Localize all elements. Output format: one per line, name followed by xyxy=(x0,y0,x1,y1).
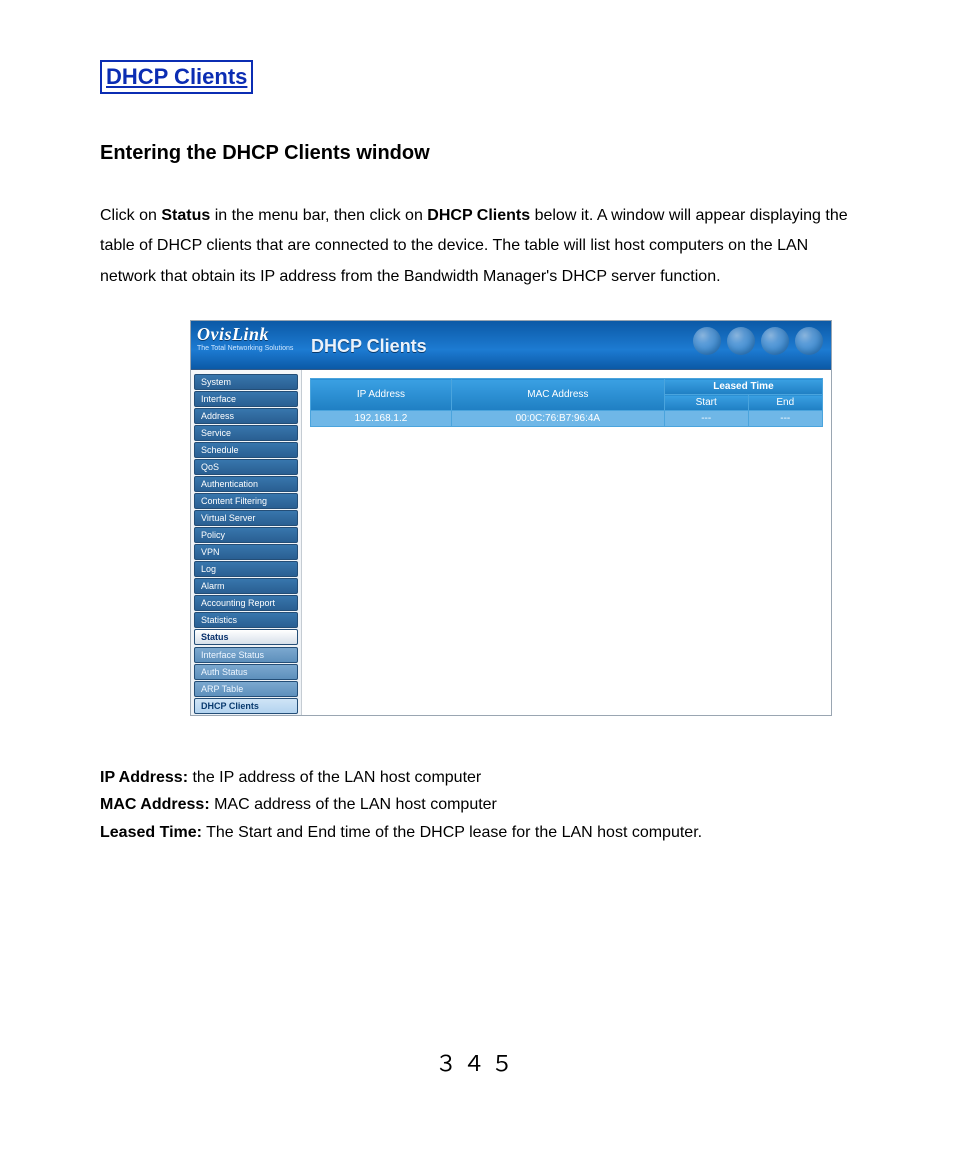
screenshot-content: IP Address MAC Address Leased Time Start… xyxy=(302,370,831,715)
cell-mac: 00:0C:76:B7:96:4A xyxy=(451,411,664,427)
banner-decoration xyxy=(693,327,823,355)
screenshot-body: SystemInterfaceAddressServiceScheduleQoS… xyxy=(191,369,831,715)
col-header-ip: IP Address xyxy=(311,379,452,411)
globe-icon xyxy=(795,327,823,355)
definition-label: Leased Time: xyxy=(100,824,202,841)
sidebar-item-log[interactable]: Log xyxy=(194,561,298,577)
definition-label: IP Address: xyxy=(100,769,188,786)
page-number: ３４５ xyxy=(100,1046,854,1078)
sidebar-item-authentication[interactable]: Authentication xyxy=(194,476,298,492)
embedded-screenshot: OvisLink The Total Networking Solutions … xyxy=(190,320,832,716)
globe-icon xyxy=(761,327,789,355)
body-text-fragment: in the menu bar, then click on xyxy=(210,207,427,224)
cell-end: --- xyxy=(748,411,822,427)
sidebar-item-alarm[interactable]: Alarm xyxy=(194,578,298,594)
col-header-mac: MAC Address xyxy=(451,379,664,411)
sidebar-item-service[interactable]: Service xyxy=(194,425,298,441)
cell-ip: 192.168.1.2 xyxy=(311,411,452,427)
body-text-strong: Status xyxy=(161,207,210,224)
col-header-leased: Leased Time xyxy=(664,379,822,395)
definition-label: MAC Address: xyxy=(100,796,210,813)
screenshot-page-title: DHCP Clients xyxy=(311,336,427,357)
definition-row: IP Address: the IP address of the LAN ho… xyxy=(100,764,854,791)
section-title: DHCP Clients xyxy=(100,60,253,94)
sidebar-item-system[interactable]: System xyxy=(194,374,298,390)
sidebar-subitem-interface-status[interactable]: Interface Status xyxy=(194,647,298,663)
sidebar-item-vpn[interactable]: VPN xyxy=(194,544,298,560)
body-text-fragment: Click on xyxy=(100,207,161,224)
brand-logo: OvisLink xyxy=(197,324,269,345)
sidebar-item-statistics[interactable]: Statistics xyxy=(194,612,298,628)
body-text-strong: DHCP Clients xyxy=(427,207,530,224)
definitions-list: IP Address: the IP address of the LAN ho… xyxy=(100,764,854,846)
document-page: DHCP Clients Entering the DHCP Clients w… xyxy=(0,0,954,1118)
sidebar-item-interface[interactable]: Interface xyxy=(194,391,298,407)
sidebar-item-schedule[interactable]: Schedule xyxy=(194,442,298,458)
col-header-end: End xyxy=(748,395,822,411)
definition-text: the IP address of the LAN host computer xyxy=(188,769,481,786)
body-paragraph: Click on Status in the menu bar, then cl… xyxy=(100,201,854,292)
sidebar-nav: SystemInterfaceAddressServiceScheduleQoS… xyxy=(191,370,302,715)
section-subtitle: Entering the DHCP Clients window xyxy=(100,142,854,165)
sidebar-item-qos[interactable]: QoS xyxy=(194,459,298,475)
sidebar-item-status[interactable]: Status xyxy=(194,629,298,645)
globe-icon xyxy=(727,327,755,355)
col-header-start: Start xyxy=(664,395,748,411)
sidebar-subitem-arp-table[interactable]: ARP Table xyxy=(194,681,298,697)
globe-icon xyxy=(693,327,721,355)
sidebar-item-accounting-report[interactable]: Accounting Report xyxy=(194,595,298,611)
definition-row: MAC Address: MAC address of the LAN host… xyxy=(100,791,854,818)
screenshot-banner: OvisLink The Total Networking Solutions … xyxy=(191,321,831,369)
sidebar-subitem-auth-status[interactable]: Auth Status xyxy=(194,664,298,680)
brand-tagline: The Total Networking Solutions xyxy=(197,345,293,352)
definition-row: Leased Time: The Start and End time of t… xyxy=(100,819,854,846)
sidebar-subitem-dhcp-clients[interactable]: DHCP Clients xyxy=(194,698,298,714)
sidebar-item-address[interactable]: Address xyxy=(194,408,298,424)
sidebar-item-virtual-server[interactable]: Virtual Server xyxy=(194,510,298,526)
cell-start: --- xyxy=(664,411,748,427)
sidebar-item-content-filtering[interactable]: Content Filtering xyxy=(194,493,298,509)
sidebar-item-policy[interactable]: Policy xyxy=(194,527,298,543)
definition-text: MAC address of the LAN host computer xyxy=(210,796,497,813)
dhcp-clients-table: IP Address MAC Address Leased Time Start… xyxy=(310,378,823,427)
definition-text: The Start and End time of the DHCP lease… xyxy=(202,824,702,841)
table-row: 192.168.1.200:0C:76:B7:96:4A------ xyxy=(311,411,823,427)
